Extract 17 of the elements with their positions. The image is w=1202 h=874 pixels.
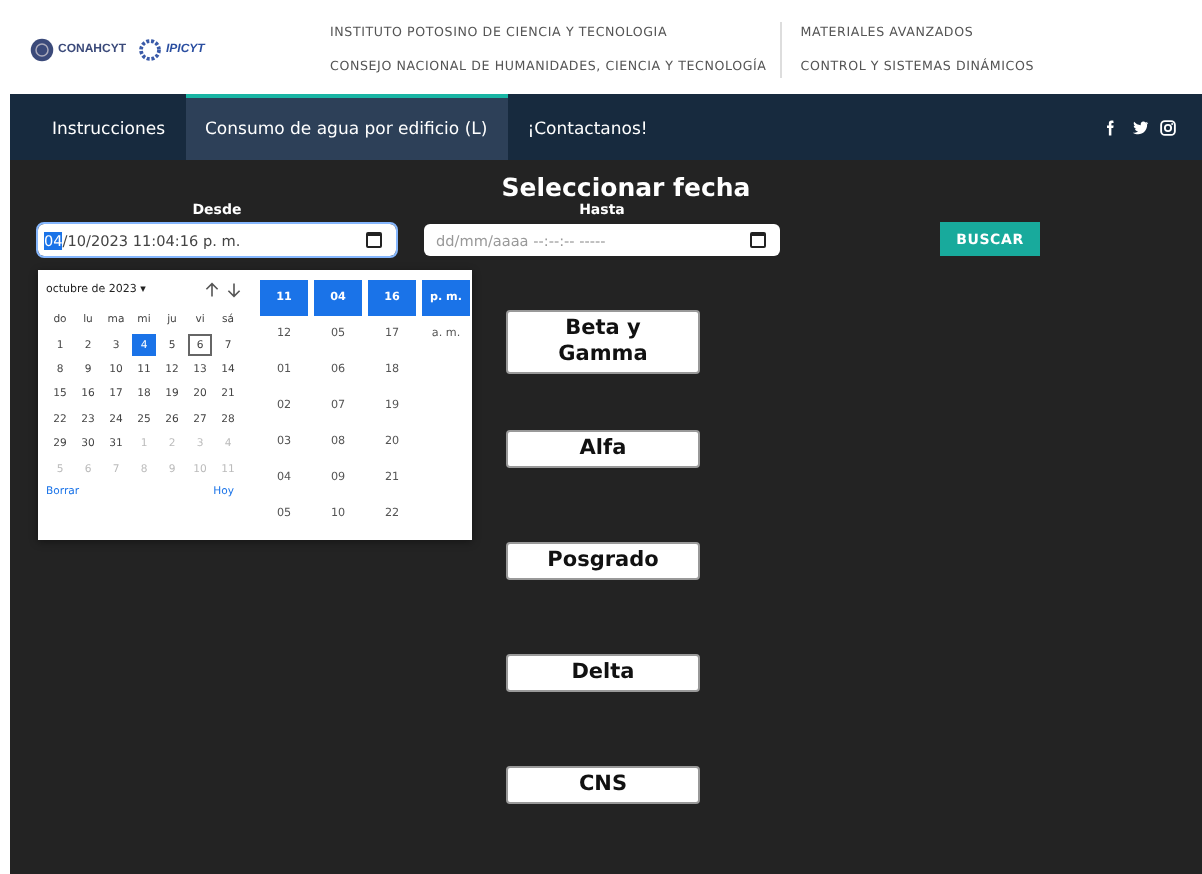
building-button[interactable]: Beta y Gamma bbox=[506, 310, 700, 374]
down-arrow-icon[interactable] bbox=[226, 282, 242, 298]
page-title: Seleccionar fecha bbox=[499, 170, 751, 203]
building-button[interactable]: CNS bbox=[506, 766, 700, 804]
building-button[interactable]: Posgrado bbox=[506, 542, 700, 580]
emblem-icon bbox=[138, 38, 162, 62]
nav-tab[interactable]: Consumo de agua por edificio (L) bbox=[185, 94, 508, 160]
nav-tab[interactable]: ¡Contactanos! bbox=[507, 94, 668, 160]
emblem-icon bbox=[30, 38, 54, 62]
calendar-icon[interactable] bbox=[750, 232, 766, 248]
calendar-icon[interactable] bbox=[366, 232, 382, 248]
building-button[interactable]: Delta bbox=[506, 654, 700, 692]
twitter-icon[interactable] bbox=[1130, 117, 1150, 137]
instagram-icon[interactable] bbox=[1158, 117, 1178, 137]
nav-tab[interactable]: Instrucciones bbox=[32, 94, 185, 160]
building-button[interactable]: Alfa bbox=[506, 430, 700, 468]
up-arrow-icon[interactable] bbox=[204, 282, 220, 298]
